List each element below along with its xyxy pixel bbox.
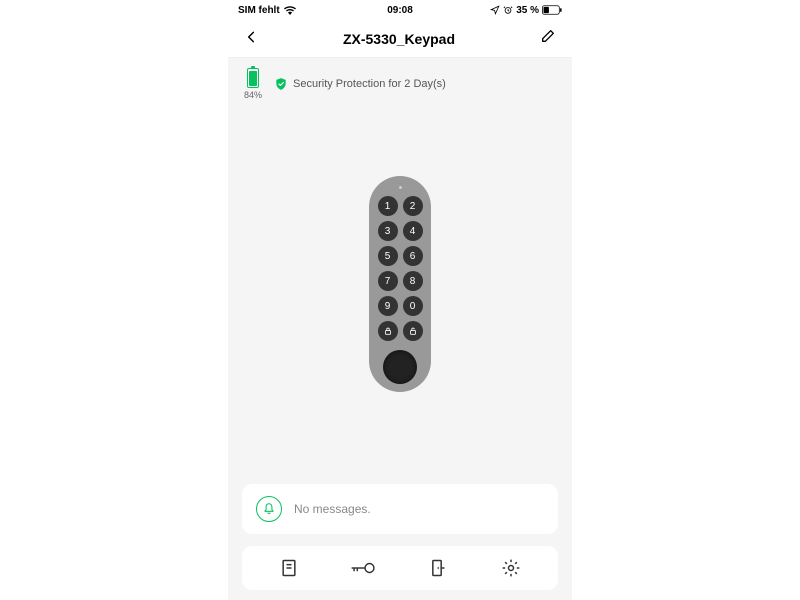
log-button[interactable] [269,558,309,578]
pencil-icon [540,28,556,44]
log-icon [279,558,299,578]
key-icon [350,558,376,578]
key-1: 1 [378,196,398,216]
messages-text: No messages. [294,502,371,516]
gear-icon [501,558,521,578]
sim-status: SIM fehlt [238,5,280,16]
lock-icon [383,326,393,336]
key-6: 6 [403,246,423,266]
content-area: 84% Security Protection for 2 Day(s) 12 … [228,58,572,600]
security-text: Security Protection for 2 Day(s) [293,78,446,90]
status-bar: SIM fehlt 09:08 35 % [228,0,572,20]
edit-button[interactable] [540,28,556,49]
nav-bar: ZX-5330_Keypad [228,20,572,58]
bell-icon-wrap [256,496,282,522]
battery-pct-status: 35 % [516,5,539,16]
key-lock [378,321,398,341]
status-time: 09:08 [387,5,413,16]
battery-pct-label: 84% [244,90,262,100]
messages-card[interactable]: No messages. [242,484,558,534]
door-icon [427,558,447,578]
fingerprint-sensor [383,350,417,384]
key-5: 5 [378,246,398,266]
door-button[interactable] [417,558,457,578]
key-button[interactable] [343,558,383,578]
page-title: ZX-5330_Keypad [343,31,455,47]
back-button[interactable] [244,28,258,49]
key-unlock [403,321,423,341]
settings-button[interactable] [491,558,531,578]
bell-icon [262,502,276,516]
battery-icon [247,68,259,88]
key-0: 0 [403,296,423,316]
location-icon [490,5,500,15]
bottom-action-bar [242,546,558,590]
status-info-row: 84% Security Protection for 2 Day(s) [228,58,572,110]
key-7: 7 [378,271,398,291]
alarm-icon [503,5,513,15]
wifi-icon [284,6,296,15]
key-2: 2 [403,196,423,216]
unlock-icon [408,326,418,336]
device-battery: 84% [244,68,262,100]
battery-status-icon [542,5,562,15]
keypad-led [399,186,402,189]
key-4: 4 [403,221,423,241]
keypad-device: 12 34 56 78 90 [369,176,431,392]
key-9: 9 [378,296,398,316]
security-status: Security Protection for 2 Day(s) [274,77,446,91]
app-screen: SIM fehlt 09:08 35 % ZX-5330_Keypad [228,0,572,600]
key-8: 8 [403,271,423,291]
keypad-container: 12 34 56 78 90 [228,110,572,478]
shield-check-icon [274,77,288,91]
chevron-left-icon [244,30,258,44]
key-3: 3 [378,221,398,241]
